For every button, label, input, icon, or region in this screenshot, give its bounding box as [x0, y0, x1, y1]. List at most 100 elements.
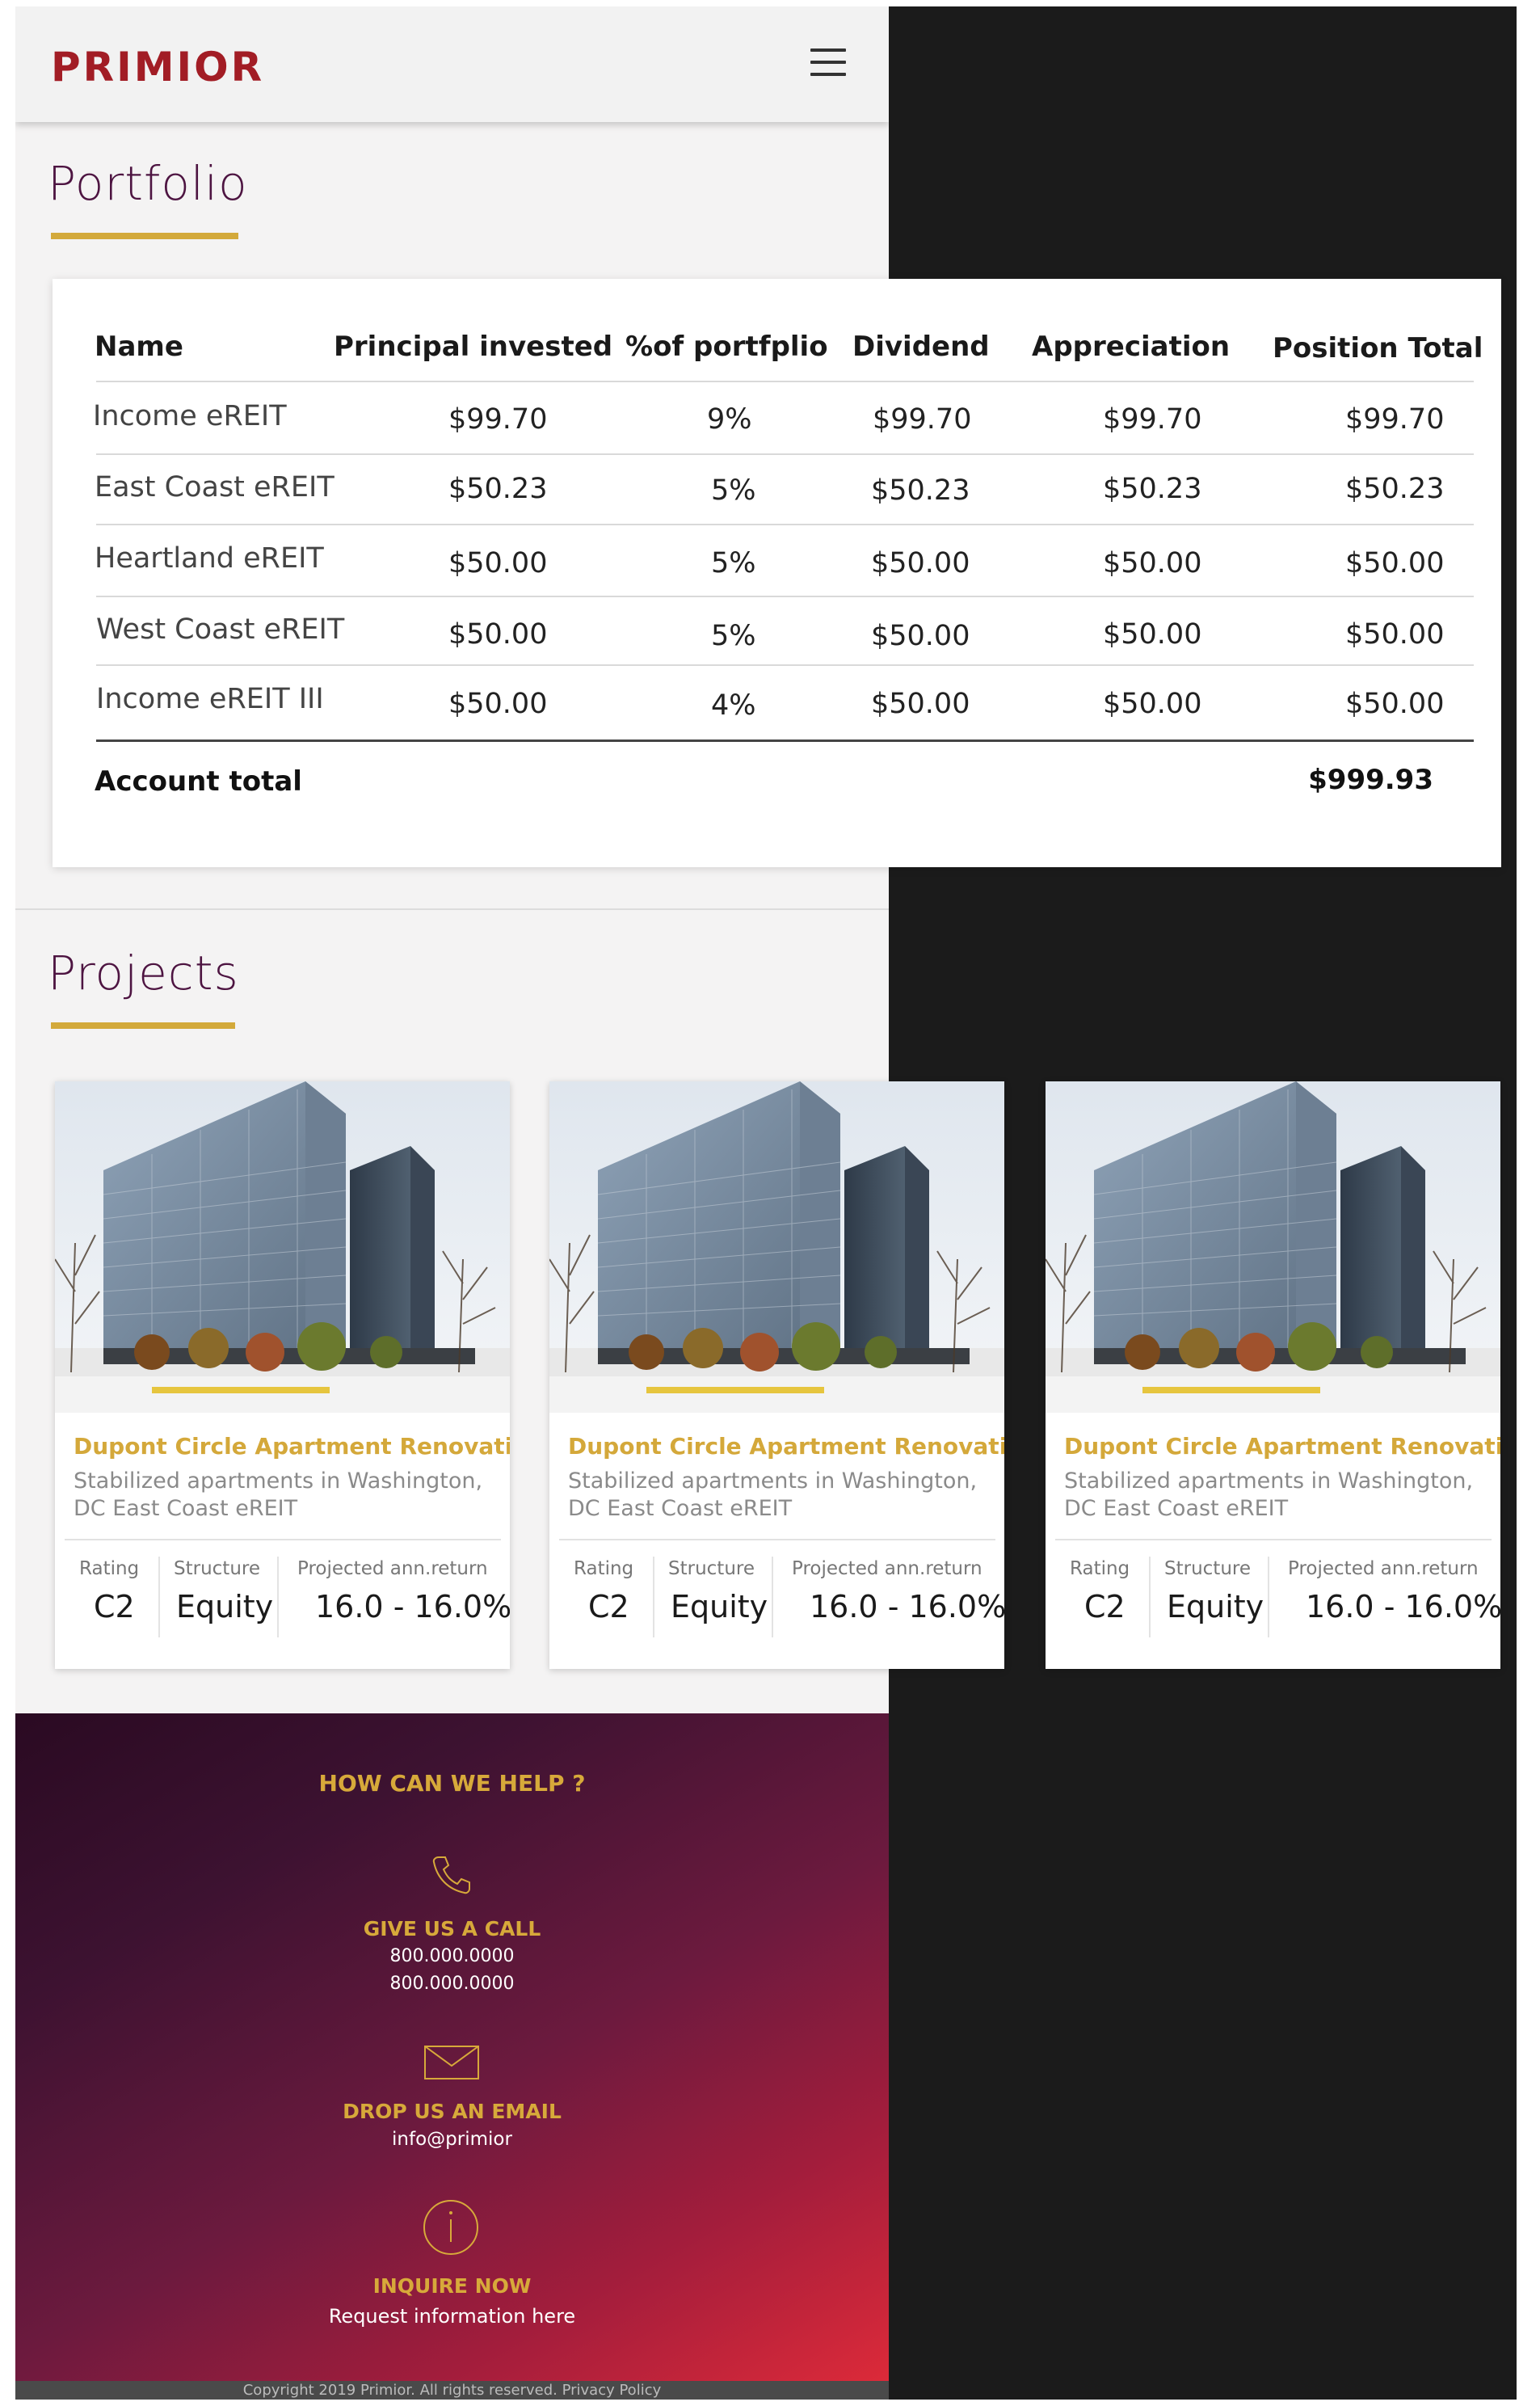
- email-link[interactable]: info@primior: [15, 2129, 889, 2150]
- portfolio-title: Portfolio: [48, 156, 248, 211]
- row-percent: 5%: [711, 547, 756, 579]
- structure-value: Equity: [176, 1589, 274, 1624]
- col-appreciation: Appreciation: [1032, 331, 1231, 363]
- email-title: DROP US AN EMAIL: [343, 2100, 562, 2123]
- row-total: $50.00: [1345, 618, 1445, 651]
- return-value: 16.0 - 16.0%: [315, 1589, 510, 1624]
- copyright-text: Copyright 2019 Primior. All rights reser…: [242, 2382, 662, 2399]
- phone-number-2[interactable]: 800.000.0000: [15, 1974, 889, 1994]
- row-total: $99.70: [1345, 403, 1445, 436]
- row-divider: [96, 453, 1474, 455]
- row-principal: $50.23: [448, 473, 548, 505]
- row-percent: 4%: [711, 689, 756, 722]
- section-divider: [15, 908, 889, 910]
- rating-label: Rating: [574, 1558, 634, 1579]
- stat-divider: [772, 1557, 773, 1637]
- row-name: East Coast eREIT: [95, 471, 335, 504]
- row-name: Income eREIT: [93, 400, 287, 432]
- rating-value: C2: [588, 1589, 629, 1624]
- call-title: GIVE US A CALL: [363, 1917, 541, 1940]
- structure-value: Equity: [1167, 1589, 1264, 1624]
- row-principal: $99.70: [448, 403, 548, 436]
- structure-label: Structure: [1164, 1558, 1251, 1579]
- project-title[interactable]: Dupont Circle Apartment Renovation: [74, 1433, 510, 1460]
- stat-divider: [1149, 1557, 1151, 1637]
- inquire-title: INQUIRE NOW: [372, 2274, 532, 2298]
- project-title[interactable]: Dupont Circle Apartment Renovation: [568, 1433, 1004, 1460]
- projects-title: Projects: [48, 946, 239, 1001]
- col-percent: %of portfplio: [625, 331, 828, 363]
- projects-title-underline: [51, 1022, 235, 1029]
- row-divider: [96, 596, 1474, 597]
- row-appreciation: $50.00: [1103, 688, 1202, 720]
- return-label: Projected ann.return: [1288, 1558, 1479, 1579]
- return-value: 16.0 - 16.0%: [1306, 1589, 1500, 1624]
- row-percent: 5%: [711, 474, 756, 507]
- footer-heading: HOW CAN WE HELP ?: [318, 1770, 586, 1797]
- return-value: 16.0 - 16.0%: [810, 1589, 1004, 1624]
- email-icon: [424, 2046, 479, 2079]
- account-total-value: $999.93: [1308, 764, 1433, 796]
- rating-value: C2: [1084, 1589, 1126, 1624]
- row-name: Income eREIT III: [96, 683, 324, 715]
- info-icon: [423, 2200, 478, 2255]
- project-description: Stabilized apartments in Washington, DC …: [568, 1468, 978, 1521]
- row-total: $50.00: [1345, 688, 1445, 720]
- row-name: Heartland eREIT: [95, 542, 324, 575]
- row-dividend: $50.00: [871, 688, 970, 720]
- row-appreciation: $99.70: [1103, 403, 1202, 436]
- row-divider: [96, 664, 1474, 666]
- row-principal: $50.00: [448, 547, 548, 579]
- row-total: $50.00: [1345, 547, 1445, 579]
- hamburger-menu-icon[interactable]: [810, 48, 846, 79]
- row-dividend: $50.23: [871, 474, 970, 507]
- stat-divider: [158, 1557, 160, 1637]
- row-divider: [96, 524, 1474, 525]
- row-percent: 5%: [711, 620, 756, 652]
- card-divider: [559, 1539, 995, 1540]
- row-dividend: $99.70: [873, 403, 972, 436]
- row-dividend: $50.00: [871, 620, 970, 652]
- project-card[interactable]: Dupont Circle Apartment Renovation Stabi…: [55, 1081, 510, 1669]
- account-total-label: Account total: [95, 765, 302, 798]
- phone-icon: [432, 1856, 470, 1894]
- return-label: Projected ann.return: [297, 1558, 488, 1579]
- row-dividend: $50.00: [871, 547, 970, 579]
- building-photo: [1046, 1081, 1500, 1413]
- structure-label: Structure: [668, 1558, 755, 1579]
- total-divider: [96, 739, 1474, 742]
- col-position-total: Position Total: [1273, 332, 1483, 364]
- rating-label: Rating: [1070, 1558, 1130, 1579]
- row-appreciation: $50.00: [1103, 618, 1202, 651]
- stat-divider: [277, 1557, 279, 1637]
- card-divider: [1055, 1539, 1492, 1540]
- top-header: PRIMIOR: [15, 6, 889, 122]
- building-photo: [549, 1081, 1004, 1413]
- card-divider: [65, 1539, 501, 1540]
- rating-value: C2: [94, 1589, 135, 1624]
- row-name: West Coast eREIT: [96, 613, 345, 646]
- building-photo: [55, 1081, 510, 1413]
- row-principal: $50.00: [448, 688, 548, 720]
- col-dividend: Dividend: [852, 331, 990, 363]
- phone-number-1[interactable]: 800.000.0000: [15, 1946, 889, 1966]
- portfolio-table: Name Principal invested %of portfplio Di…: [53, 279, 1501, 867]
- col-principal: Principal invested: [334, 331, 613, 363]
- portfolio-title-underline: [51, 233, 238, 239]
- rating-label: Rating: [79, 1558, 140, 1579]
- structure-label: Structure: [174, 1558, 260, 1579]
- header-divider: [96, 381, 1474, 382]
- project-card[interactable]: Dupont Circle Apartment Renovation Stabi…: [549, 1081, 1004, 1669]
- stat-divider: [653, 1557, 654, 1637]
- row-principal: $50.00: [448, 618, 548, 651]
- primior-logo[interactable]: PRIMIOR: [51, 44, 264, 91]
- row-total: $50.23: [1345, 473, 1445, 505]
- project-title[interactable]: Dupont Circle Apartment Renovation: [1064, 1433, 1500, 1460]
- inquire-link[interactable]: Request information here: [15, 2305, 889, 2328]
- project-description: Stabilized apartments in Washington, DC …: [1064, 1468, 1474, 1521]
- structure-value: Equity: [671, 1589, 768, 1624]
- project-card[interactable]: Dupont Circle Apartment Renovation Stabi…: [1046, 1081, 1500, 1669]
- footer-contact: HOW CAN WE HELP ? GIVE US A CALL 800.000…: [15, 1713, 889, 2381]
- col-name: Name: [95, 331, 183, 363]
- copyright-bar: Copyright 2019 Primior. All rights reser…: [15, 2381, 889, 2400]
